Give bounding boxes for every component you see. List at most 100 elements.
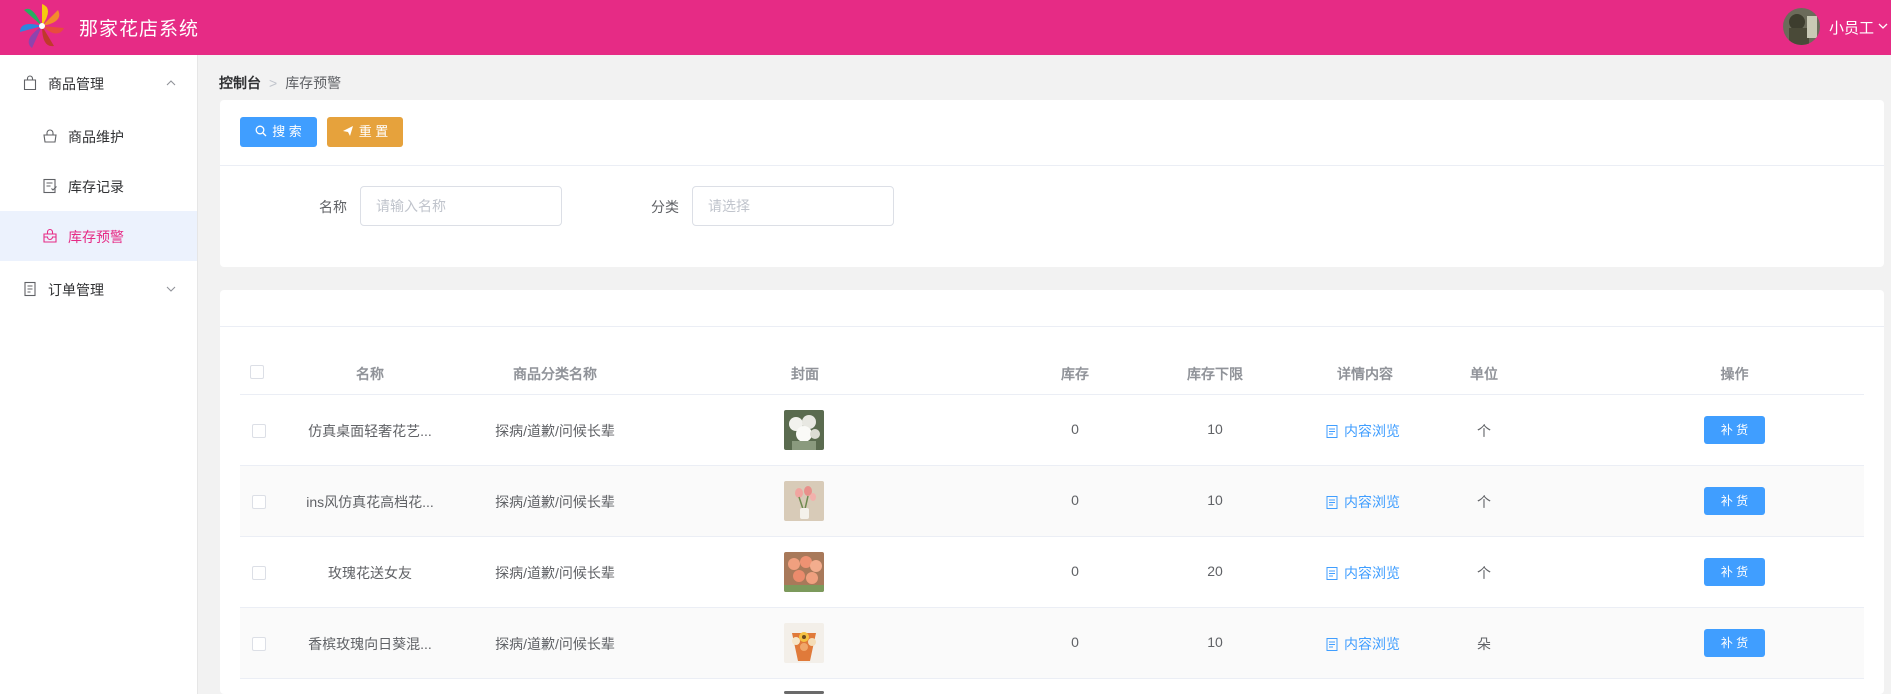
cover-image[interactable] [784,552,824,592]
cell-min-stock: 20 [1207,563,1223,579]
roses-bouquet-image [784,552,824,592]
document-icon [1326,567,1338,580]
cell-category: 探病/道歉/问候长辈 [495,636,615,652]
column-header-name: 名称 [356,366,384,382]
cell-name: 玫瑰花送女友 [328,565,412,581]
sidebar-item-stock-alert[interactable]: 库存预警 [0,211,197,261]
top-header: 那家花店系统 小员工 [0,0,1891,55]
alert-box-icon [43,228,57,243]
restock-button[interactable]: 补 货 [1704,558,1765,586]
sidebar-item-label: 商品维护 [68,129,124,145]
chevron-up-icon [166,80,176,86]
white-flowers-image [784,410,824,450]
sidebar-group-label: 订单管理 [48,282,104,298]
send-icon [342,126,353,136]
sidebar-item-label: 库存预警 [68,229,124,245]
cell-category: 探病/道歉/问候长辈 [495,494,615,510]
reset-button[interactable]: 重 置 [327,117,403,147]
document-icon [1326,496,1338,509]
cell-unit: 个 [1477,423,1491,439]
detail-link[interactable]: 内容浏览 [1326,634,1400,654]
document-icon [1326,425,1338,438]
cover-image[interactable] [784,481,824,521]
column-header-category: 商品分类名称 [513,366,597,382]
sunflower-rose-bouquet-image [784,623,824,663]
restock-button[interactable]: 补 货 [1704,629,1765,657]
name-input[interactable] [360,186,562,226]
table-row: 香槟玫瑰向日葵混... 探病/道歉/问候长辈 0 10 内容浏览 朵 补 货 [240,608,1864,679]
table-row [240,679,1864,694]
breadcrumb-separator-icon: > [269,75,278,91]
detail-link[interactable]: 内容浏览 [1326,492,1400,512]
cell-name: ins风仿真花高档花... [306,494,434,510]
cell-unit: 个 [1477,565,1491,581]
column-header-stock: 库存 [1061,366,1089,382]
user-avatar[interactable] [1783,8,1820,45]
sidebar-group-label: 商品管理 [48,76,104,92]
cell-stock: 0 [1071,421,1079,437]
detail-link-label: 内容浏览 [1344,636,1400,652]
sidebar-group-goods-management[interactable]: 商品管理 [0,58,197,108]
tulip-vase-image [784,481,824,521]
column-header-detail: 详情内容 [1337,366,1393,382]
breadcrumb-current: 库存预警 [285,75,342,91]
restock-button[interactable]: 补 货 [1704,487,1765,515]
avatar-image [1783,8,1820,45]
sidebar-item-stock-record[interactable]: 库存记录 [0,161,197,211]
column-header-unit: 单位 [1470,366,1498,382]
search-icon [255,125,267,137]
cell-min-stock: 10 [1207,421,1223,437]
detail-link[interactable]: 内容浏览 [1326,563,1400,583]
detail-link-label: 内容浏览 [1344,423,1400,439]
restock-button[interactable]: 补 货 [1704,416,1765,444]
sidebar-group-order-management[interactable]: 订单管理 [0,264,197,314]
sidebar-item-goods-maintenance[interactable]: 商品维护 [0,111,197,161]
table-panel: 名称 商品分类名称 封面 库存 库存下限 详情内容 单位 操作 仿真桌面轻奢花艺… [220,290,1884,694]
chevron-down-icon [166,286,176,292]
chevron-down-icon[interactable] [1877,20,1889,32]
detail-link[interactable]: 内容浏览 [1326,421,1400,441]
detail-link-label: 内容浏览 [1344,494,1400,510]
document-icon [1326,638,1338,651]
column-header-min-stock: 库存下限 [1187,366,1243,382]
divider [220,165,1884,166]
cell-name: 仿真桌面轻奢花艺... [308,423,432,439]
sidebar: 商品管理 商品维护 库存记录 库存预警 订单管理 [0,55,198,694]
user-name[interactable]: 小员工 [1829,17,1874,38]
category-select[interactable] [692,186,894,226]
divider [220,326,1884,327]
table-row: 玫瑰花送女友 探病/道歉/问候长辈 0 20 内容浏览 个 补 货 [240,537,1864,608]
column-header-action: 操作 [1720,366,1749,382]
goods-icon [43,129,57,143]
search-panel: 搜 索 重 置 名称 分类 [220,100,1884,267]
cell-unit: 朵 [1477,636,1491,652]
cell-name: 香槟玫瑰向日葵混... [308,636,432,652]
search-button-label: 搜 索 [272,124,302,139]
table-row: 仿真桌面轻奢花艺... 探病/道歉/问候长辈 0 10 内容浏览 个 补 货 [240,395,1864,466]
detail-link-label: 内容浏览 [1344,565,1400,581]
sidebar-item-label: 库存记录 [68,179,124,195]
record-icon [43,178,57,194]
cell-category: 探病/道歉/问候长辈 [495,565,615,581]
cover-image[interactable] [784,623,824,663]
row-checkbox[interactable] [252,495,266,509]
breadcrumb: 控制台 > 库存预警 [219,73,341,93]
shopping-bag-icon [23,75,37,91]
cell-category: 探病/道歉/问候长辈 [495,423,615,439]
column-header-cover: 封面 [791,366,819,382]
cell-unit: 个 [1477,494,1491,510]
cell-stock: 0 [1071,634,1079,650]
row-checkbox[interactable] [252,637,266,651]
table-row: ins风仿真花高档花... 探病/道歉/问候长辈 0 10 内容浏览 个 补 货 [240,466,1864,537]
breadcrumb-home[interactable]: 控制台 [219,75,261,91]
cell-min-stock: 10 [1207,634,1223,650]
select-all-checkbox[interactable] [250,365,264,379]
row-checkbox[interactable] [252,424,266,438]
pinwheel-logo-icon[interactable] [18,2,66,50]
row-checkbox[interactable] [252,566,266,580]
cover-image[interactable] [784,410,824,450]
cell-stock: 0 [1071,492,1079,508]
category-label: 分类 [651,199,679,215]
app-title: 那家花店系统 [79,19,200,40]
search-button[interactable]: 搜 索 [240,117,317,147]
